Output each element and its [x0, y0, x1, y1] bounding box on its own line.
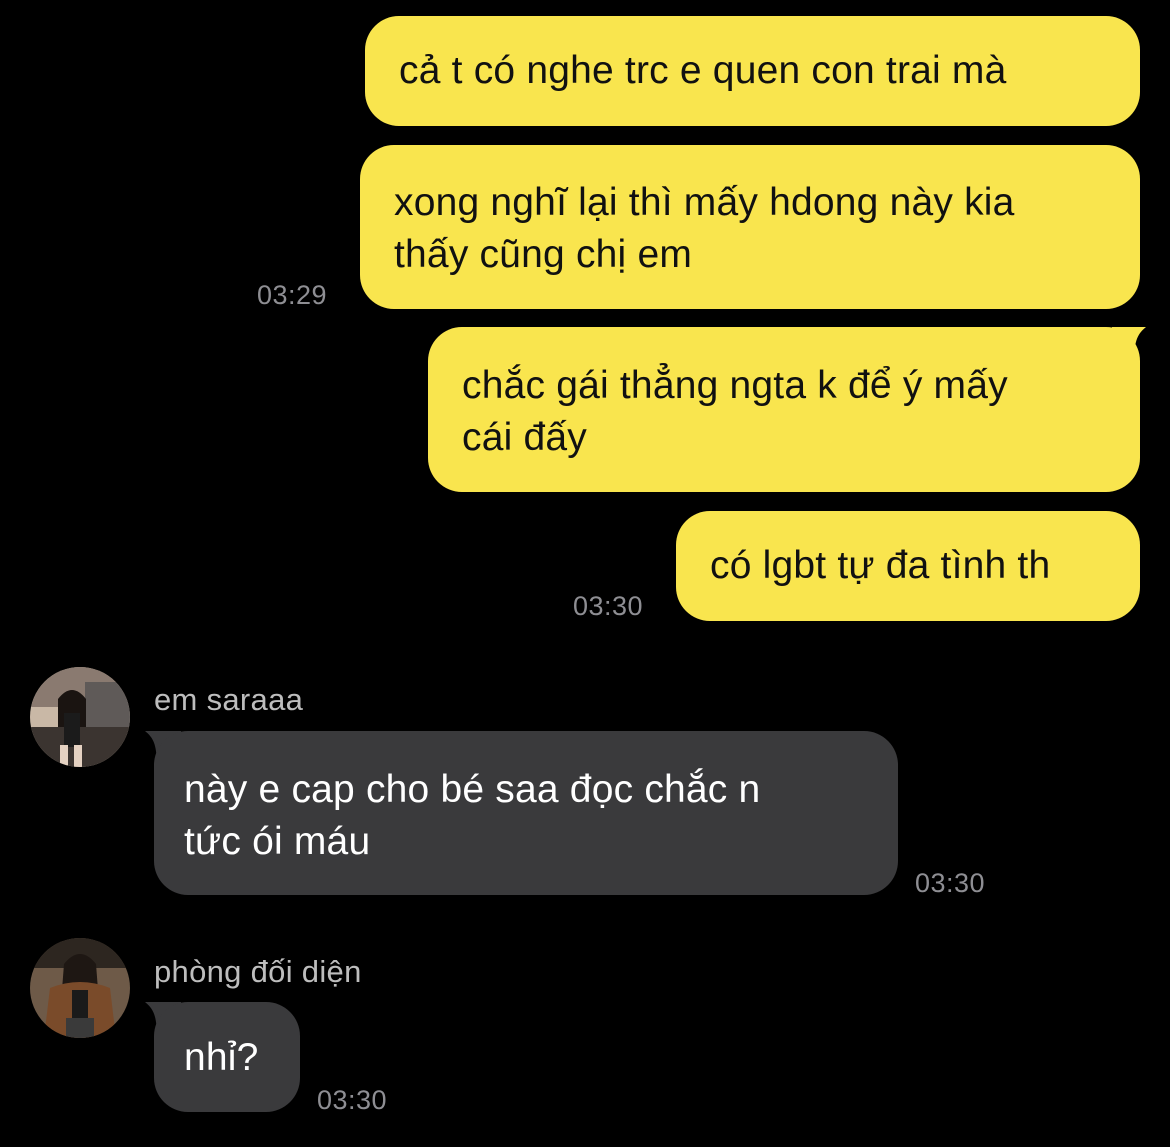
message-timestamp: 03:29	[257, 280, 328, 310]
message-timestamp: 03:30	[915, 868, 986, 898]
message-text: xong nghĩ lại thì mấy hdong này kia	[394, 181, 1015, 224]
message-text: tức ói máu	[184, 820, 371, 863]
sender-name: phòng đối diện	[154, 954, 362, 989]
sender-avatar[interactable]	[30, 938, 130, 1038]
outgoing-message[interactable]: xong nghĩ lại thì mấy hdong này kia thấy…	[360, 145, 1140, 309]
message-text: này e cap cho bé saa đọc chắc n	[184, 768, 761, 811]
message-text: cả t có nghe trc e quen con trai mà	[399, 49, 1007, 92]
avatar-photo-icon	[30, 938, 130, 1038]
incoming-message[interactable]: nhỉ?	[154, 1002, 300, 1112]
message-text: có lgbt tự đa tình th	[710, 544, 1051, 587]
sender-avatar[interactable]	[30, 667, 130, 767]
incoming-message[interactable]: này e cap cho bé saa đọc chắc n tức ói m…	[154, 731, 898, 895]
outgoing-message[interactable]: có lgbt tự đa tình th	[676, 511, 1140, 621]
outgoing-message[interactable]: chắc gái thẳng ngta k để ý mấy cái đấy	[428, 327, 1140, 492]
message-timestamp: 03:30	[317, 1085, 388, 1115]
message-text: cái đấy	[462, 416, 587, 459]
message-text: nhỉ?	[184, 1036, 259, 1079]
bubble-tail-icon	[1112, 327, 1146, 367]
message-text: chắc gái thẳng ngta k để ý mấy	[462, 364, 1008, 407]
sender-name: em saraaa	[154, 682, 304, 717]
message-timestamp: 03:30	[573, 591, 644, 621]
outgoing-message[interactable]: cả t có nghe trc e quen con trai mà	[365, 16, 1140, 126]
avatar-photo-icon	[30, 667, 130, 767]
message-text: thấy cũng chị em	[394, 233, 693, 276]
